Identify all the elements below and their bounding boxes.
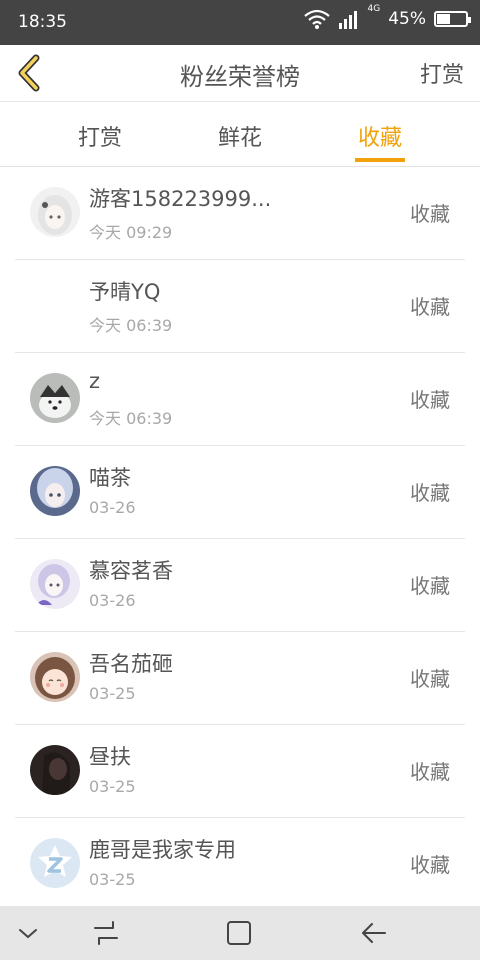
action-label: 收藏: [410, 481, 450, 505]
system-nav-bar: [0, 906, 480, 960]
wifi-icon: [303, 9, 330, 29]
timestamp: 03-25: [89, 870, 136, 889]
avatar: [30, 838, 80, 888]
user-name: 喵茶: [89, 466, 131, 490]
tab-active-indicator: [355, 158, 405, 162]
tab-flowers[interactable]: 鲜花: [190, 120, 290, 152]
user-name: 吾名茄砸: [89, 652, 173, 676]
avatar: [30, 559, 80, 609]
status-bar: 18:35 4G 45%: [0, 0, 480, 45]
status-time: 18:35: [18, 12, 67, 32]
back-arrow-icon[interactable]: [358, 918, 388, 948]
list-item[interactable]: 喵茶 03-26 收藏: [15, 446, 465, 539]
action-label: 收藏: [410, 667, 450, 691]
list-item[interactable]: 昼扶 03-25 收藏: [15, 725, 465, 818]
action-label: 收藏: [410, 760, 450, 784]
action-label: 收藏: [410, 574, 450, 598]
tab-favorites[interactable]: 收藏: [330, 120, 430, 162]
action-label: 收藏: [410, 202, 450, 226]
timestamp: 今天 06:39: [89, 409, 173, 428]
battery-text: 45%: [388, 9, 426, 29]
action-label: 收藏: [410, 853, 450, 877]
list-item[interactable]: z 今天 06:39 收藏: [15, 353, 465, 446]
tab-label: 鲜花: [217, 126, 262, 151]
timestamp: 03-26: [89, 498, 136, 517]
fan-list: 游客158223999... 今天 09:29 收藏 予晴YQ 今天 06:39…: [0, 167, 480, 911]
user-name: 予晴YQ: [89, 280, 161, 304]
recent-apps-icon[interactable]: [91, 918, 121, 948]
user-name: 昼扶: [89, 745, 131, 769]
list-item[interactable]: 鹿哥是我家专用 03-25 收藏: [15, 818, 465, 911]
timestamp: 今天 09:29: [89, 223, 173, 242]
top-bar: 粉丝荣誉榜 打赏: [0, 45, 480, 102]
avatar: [30, 187, 80, 237]
timestamp: 03-25: [89, 777, 136, 796]
reward-button[interactable]: 打赏: [420, 57, 464, 89]
tab-bar: 打赏 鲜花 收藏: [0, 102, 480, 167]
list-item[interactable]: 游客158223999... 今天 09:29 收藏: [15, 167, 465, 260]
avatar: [30, 466, 80, 516]
avatar: [30, 652, 80, 702]
avatar: [30, 745, 80, 795]
list-item[interactable]: 予晴YQ 今天 06:39 收藏: [15, 260, 465, 353]
tab-reward[interactable]: 打赏: [50, 120, 150, 152]
list-item[interactable]: 吾名茄砸 03-25 收藏: [15, 632, 465, 725]
chevron-down-icon[interactable]: [13, 918, 43, 948]
user-name: z: [89, 369, 101, 393]
tab-label: 打赏: [77, 126, 122, 151]
action-label: 收藏: [410, 388, 450, 412]
user-name: 游客158223999...: [89, 187, 272, 211]
status-icons: 4G 45%: [303, 4, 471, 29]
signal-icon: [338, 11, 357, 29]
battery-icon: [434, 11, 471, 27]
page-title: 粉丝荣誉榜: [180, 63, 300, 91]
user-name: 慕容茗香: [89, 559, 173, 583]
action-label: 收藏: [410, 295, 450, 319]
avatar: [30, 373, 80, 423]
home-square-icon[interactable]: [224, 918, 254, 948]
user-name: 鹿哥是我家专用: [89, 838, 236, 862]
network-type: 4G: [367, 4, 381, 14]
tab-label: 收藏: [357, 126, 402, 151]
list-item[interactable]: 慕容茗香 03-26 收藏: [15, 539, 465, 632]
timestamp: 03-25: [89, 684, 136, 703]
timestamp: 03-26: [89, 591, 136, 610]
battery-fill: [437, 14, 450, 24]
timestamp: 今天 06:39: [89, 316, 173, 335]
